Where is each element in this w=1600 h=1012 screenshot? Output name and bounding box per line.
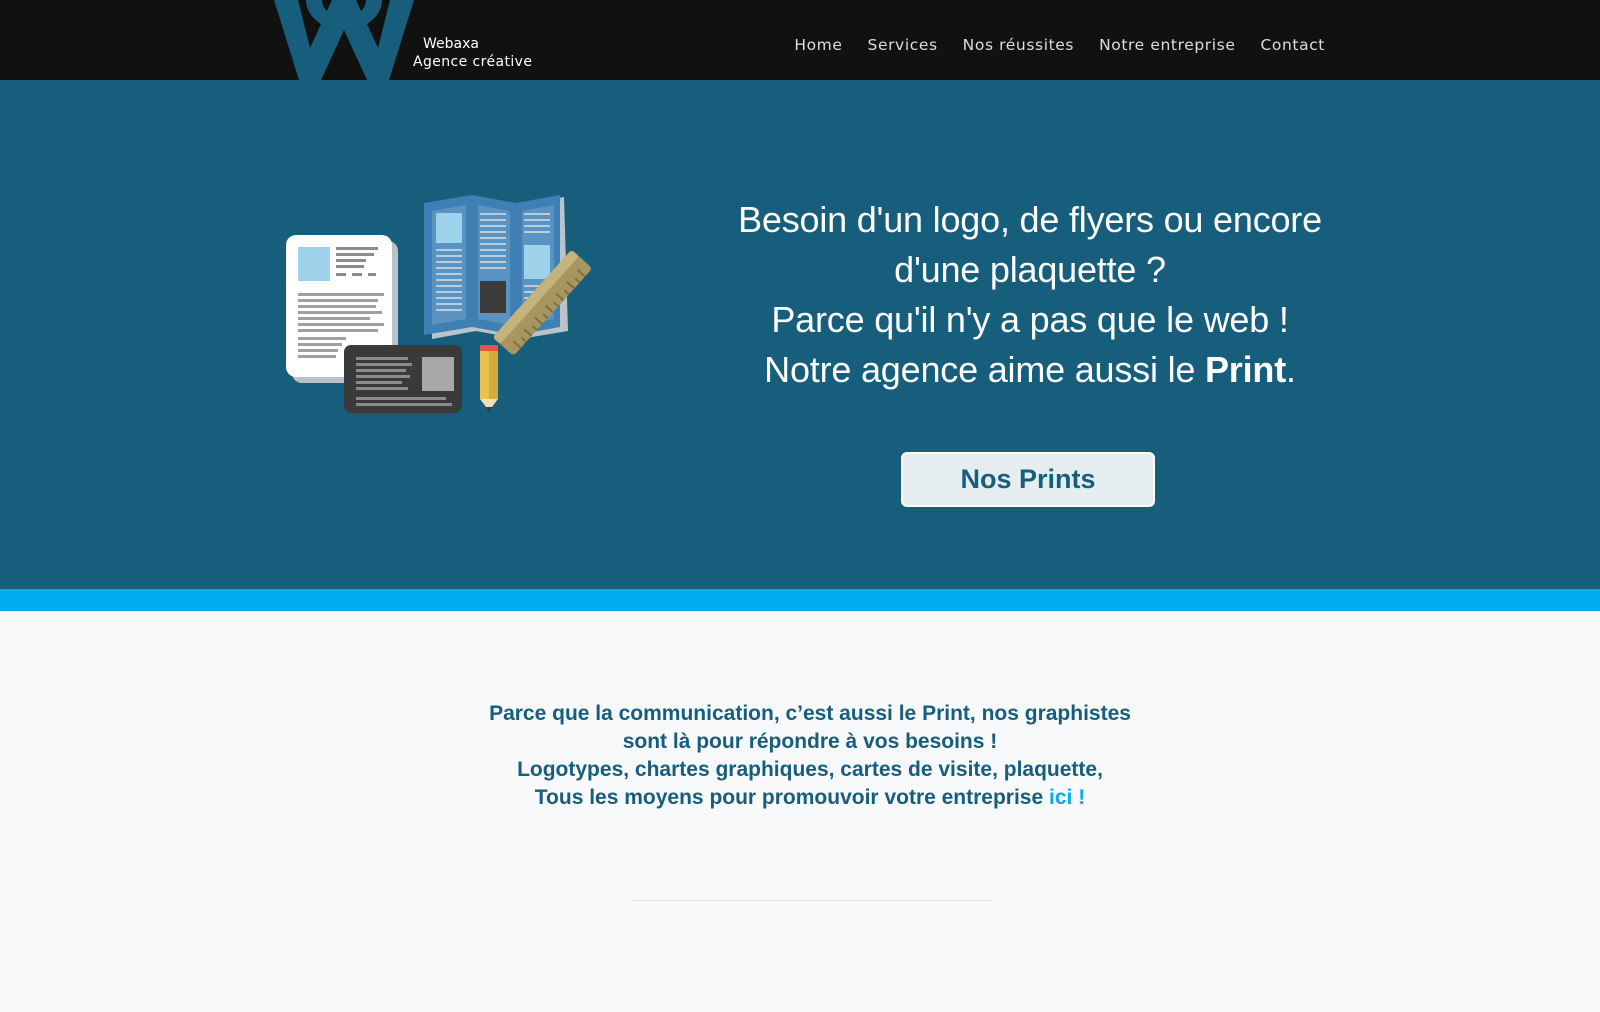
intro-line-1: Parce que la communication, c’est aussi …: [489, 702, 1131, 725]
hero-line-4: Notre agence aime aussi le Print.: [700, 345, 1360, 395]
pencil-icon: [480, 345, 498, 413]
nav-nos-reussites[interactable]: Nos réussites: [963, 36, 1074, 54]
hero-section: Besoin d'un logo, de flyers ou encore d'…: [0, 80, 1600, 589]
hero-line-4-suffix: .: [1286, 349, 1296, 390]
hero-line-4-prefix: Notre agence aime aussi le: [764, 349, 1205, 390]
brand-tagline: Agence créative: [413, 54, 533, 70]
ici-link[interactable]: ici !: [1049, 786, 1085, 809]
brand-name: Webaxa: [423, 36, 479, 52]
intro-line-4-prefix: Tous les moyens pour promouvoir votre en…: [534, 786, 1050, 809]
brand[interactable]: Webaxa Agence créative: [413, 35, 532, 71]
nav-home[interactable]: Home: [794, 36, 842, 54]
nav-notre-entreprise[interactable]: Notre entreprise: [1099, 36, 1235, 54]
section-divider: [632, 900, 992, 901]
accent-band: [0, 589, 1600, 611]
main-nav: Home Services Nos réussites Notre entrep…: [794, 36, 1325, 54]
nav-contact[interactable]: Contact: [1260, 36, 1325, 54]
site-header: Webaxa Agence créative Home Services Nos…: [0, 0, 1600, 80]
intro-line-2: sont là pour répondre à vos besoins !: [622, 730, 998, 753]
print-intro-text: Parce que la communication, c’est aussi …: [400, 700, 1220, 812]
hero-line-2: d'une plaquette ?: [894, 249, 1166, 290]
print-materials-illustration: [286, 195, 591, 413]
hero-headline: Besoin d'un logo, de flyers ou encore d'…: [700, 195, 1360, 395]
hero-line-1: Besoin d'un logo, de flyers ou encore: [738, 199, 1322, 240]
hero-print-emphasis: Print: [1205, 349, 1287, 390]
webaxa-logo-icon[interactable]: [266, 0, 422, 80]
nos-prints-button[interactable]: Nos Prints: [901, 452, 1155, 507]
nav-services[interactable]: Services: [868, 36, 938, 54]
hero-line-3: Parce qu'il n'y a pas que le web !: [771, 299, 1289, 340]
intro-line-4: Tous les moyens pour promouvoir votre en…: [400, 784, 1220, 812]
intro-line-3: Logotypes, chartes graphiques, cartes de…: [517, 758, 1103, 781]
business-card-icon: [344, 345, 462, 413]
